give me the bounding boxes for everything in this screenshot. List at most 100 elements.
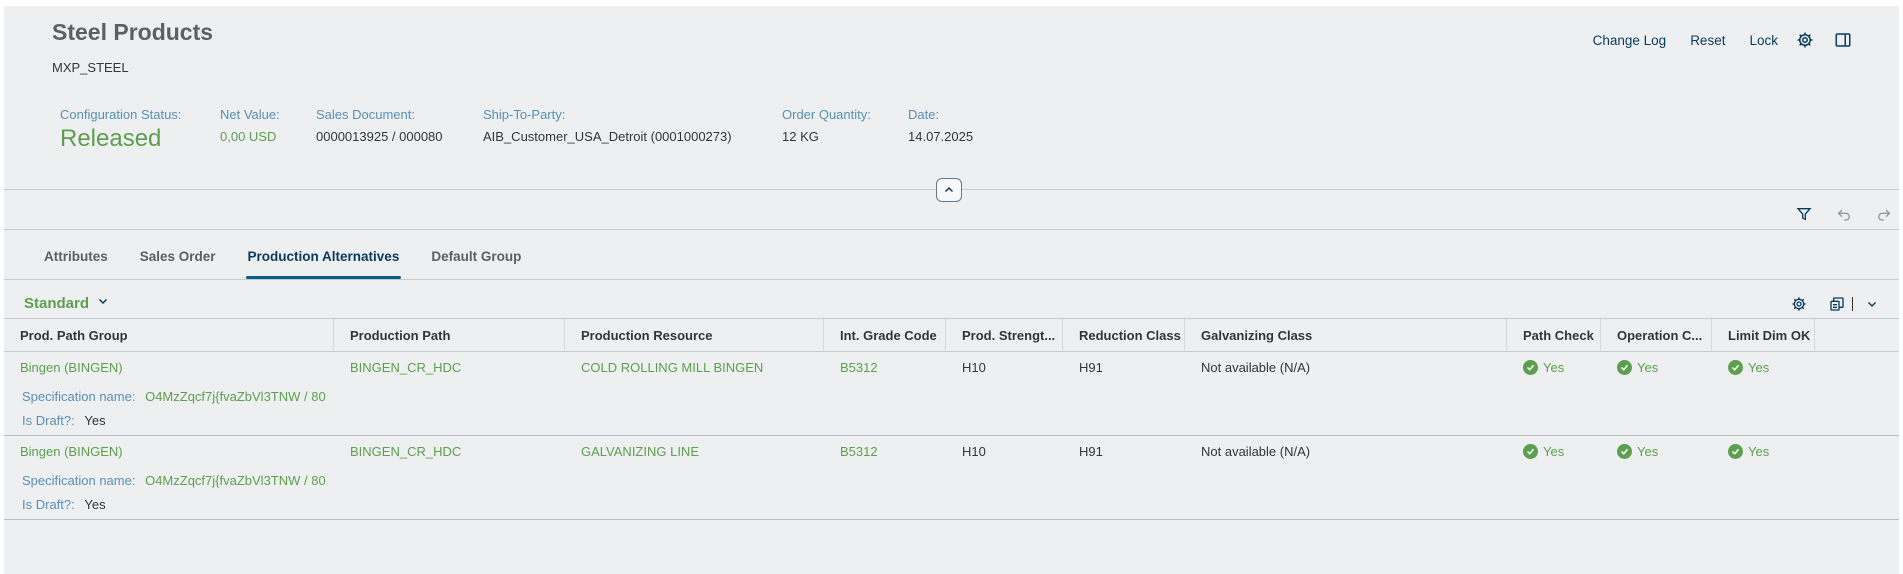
kpi-sales-document: Sales Document: 0000013925 / 000080	[316, 107, 443, 144]
status-text: Yes	[1543, 360, 1565, 375]
cell-prod-strength: H10	[962, 444, 986, 459]
check-circle-icon	[1728, 444, 1743, 459]
check-circle-icon	[1523, 444, 1538, 459]
table-toolbar	[1772, 293, 1883, 315]
cell-reduction-class: H91	[1079, 360, 1103, 375]
kpi-order-quantity: Order Quantity: 12 KG	[782, 107, 871, 144]
specification-label: Specification name:	[22, 389, 136, 404]
column-header-prod-strength[interactable]: Prod. Strengt...	[946, 319, 1063, 352]
object-toolbar	[1775, 203, 1895, 225]
table-settings-icon[interactable]	[1788, 293, 1810, 315]
check-circle-icon	[1523, 360, 1538, 375]
cell-prod-path-group[interactable]: Bingen (BINGEN)	[4, 444, 123, 459]
cell-int-grade-code[interactable]: B5312	[824, 360, 878, 375]
kpi-label: Configuration Status:	[60, 107, 182, 122]
cell-galvanizing-class: Not available (N/A)	[1201, 444, 1311, 459]
kpi-value: 0,00 USD	[220, 129, 277, 144]
side-panel-icon[interactable]	[1832, 29, 1854, 51]
column-header-int-grade-code[interactable]: Int. Grade Code	[824, 319, 946, 352]
cell-limit-dim-ok: Yes	[1712, 444, 1769, 459]
cell-production-resource[interactable]: GALVANIZING LINE	[565, 444, 699, 459]
variant-label: Standard	[24, 294, 90, 312]
column-header-reduction-class[interactable]: Reduction Class	[1063, 319, 1185, 352]
tab-sales-order[interactable]: Sales Order	[124, 239, 232, 279]
tab-attributes[interactable]: Attributes	[28, 239, 124, 279]
cell-path-check: Yes	[1507, 444, 1564, 459]
is-draft: Is Draft?: Yes	[22, 413, 106, 428]
chevron-down-icon	[97, 294, 109, 312]
cell-production-path[interactable]: BINGEN_CR_HDC	[334, 360, 461, 375]
status-text: Yes	[1637, 444, 1659, 459]
kpi-label: Net Value:	[220, 107, 280, 122]
toolbar-divider	[4, 229, 1899, 230]
check-circle-icon	[1617, 444, 1632, 459]
kpi-value: AIB_Customer_USA_Detroit (0001000273)	[483, 129, 732, 144]
settings-icon[interactable]	[1794, 29, 1816, 51]
chevron-down-icon[interactable]	[1861, 293, 1883, 315]
header-actions: Change Log Reset Lock	[1569, 29, 1854, 51]
cell-galvanizing-class: Not available (N/A)	[1201, 360, 1311, 375]
page-title: Steel Products	[52, 19, 214, 45]
draft-value: Yes	[84, 497, 106, 512]
status-text: Yes	[1637, 360, 1659, 375]
toolbar-separator	[1852, 297, 1853, 311]
filter-icon[interactable]	[1793, 203, 1815, 225]
cell-production-path[interactable]: BINGEN_CR_HDC	[334, 444, 461, 459]
app-frame: Steel Products MXP_STEEL Change Log Rese…	[4, 6, 1899, 574]
draft-value: Yes	[84, 413, 106, 428]
kpi-configuration-status: Configuration Status: Released	[60, 107, 181, 153]
column-header-limit-dim-ok[interactable]: Limit Dim OK	[1712, 319, 1815, 352]
check-circle-icon	[1617, 360, 1632, 375]
specification-name: Specification name: O4MzZqcf7j{fvaZbVl3T…	[22, 473, 326, 488]
kpi-label: Order Quantity:	[782, 107, 871, 122]
check-circle-icon	[1728, 360, 1743, 375]
is-draft: Is Draft?: Yes	[22, 497, 106, 512]
specification-name: Specification name: O4MzZqcf7j{fvaZbVl3T…	[22, 389, 326, 404]
kpi-date: Date: 14.07.2025	[908, 107, 973, 144]
tab-default-group[interactable]: Default Group	[415, 239, 537, 279]
kpi-ship-to-party: Ship-To-Party: AIB_Customer_USA_Detroit …	[483, 107, 732, 144]
status-text: Yes	[1543, 444, 1565, 459]
status-text: Yes	[1748, 444, 1770, 459]
draft-label: Is Draft?:	[22, 497, 75, 512]
undo-icon[interactable]	[1833, 203, 1855, 225]
specification-value[interactable]: O4MzZqcf7j{fvaZbVl3TNW / 80	[145, 389, 326, 404]
collapse-header-button[interactable]	[936, 178, 962, 202]
variant-selector[interactable]: Standard	[24, 294, 109, 312]
tab-bar: Attributes Sales Order Production Altern…	[28, 239, 537, 279]
table-row[interactable]: Bingen (BINGEN) BINGEN_CR_HDC GALVANIZIN…	[4, 436, 1899, 520]
cell-path-check: Yes	[1507, 360, 1564, 375]
production-alternatives-table: Prod. Path Group Production Path Product…	[4, 318, 1899, 520]
cell-int-grade-code[interactable]: B5312	[824, 444, 878, 459]
kpi-label: Date:	[908, 107, 940, 122]
kpi-value: 0000013925 / 000080	[316, 129, 443, 144]
column-header-production-resource[interactable]: Production Resource	[565, 319, 824, 352]
kpi-value: 14.07.2025	[908, 129, 974, 144]
column-header-path-check[interactable]: Path Check	[1507, 319, 1601, 352]
kpi-label: Ship-To-Party:	[483, 107, 566, 122]
column-header-operation-check[interactable]: Operation C...	[1601, 319, 1712, 352]
specification-label: Specification name:	[22, 473, 136, 488]
table-row[interactable]: Bingen (BINGEN) BINGEN_CR_HDC COLD ROLLI…	[4, 352, 1899, 436]
tab-divider	[4, 279, 1899, 280]
cell-prod-path-group[interactable]: Bingen (BINGEN)	[4, 360, 123, 375]
cell-reduction-class: H91	[1079, 444, 1103, 459]
cell-limit-dim-ok: Yes	[1712, 360, 1769, 375]
cell-operation-check: Yes	[1601, 360, 1658, 375]
lock-button[interactable]: Lock	[1749, 33, 1778, 48]
export-icon[interactable]	[1826, 293, 1848, 315]
change-log-button[interactable]: Change Log	[1593, 33, 1667, 48]
specification-value[interactable]: O4MzZqcf7j{fvaZbVl3TNW / 80	[145, 473, 326, 488]
column-header-prod-path-group[interactable]: Prod. Path Group	[4, 319, 334, 352]
redo-icon[interactable]	[1873, 203, 1895, 225]
status-text: Yes	[1748, 360, 1770, 375]
column-header-production-path[interactable]: Production Path	[334, 319, 565, 352]
draft-label: Is Draft?:	[22, 413, 75, 428]
column-header-galvanizing-class[interactable]: Galvanizing Class	[1185, 319, 1507, 352]
chevron-up-icon	[944, 186, 954, 193]
kpi-value: Released	[60, 125, 162, 152]
cell-production-resource[interactable]: COLD ROLLING MILL BINGEN	[565, 360, 763, 375]
reset-button[interactable]: Reset	[1690, 33, 1725, 48]
page-subtitle: MXP_STEEL	[52, 60, 129, 75]
tab-production-alternatives[interactable]: Production Alternatives	[232, 239, 416, 279]
